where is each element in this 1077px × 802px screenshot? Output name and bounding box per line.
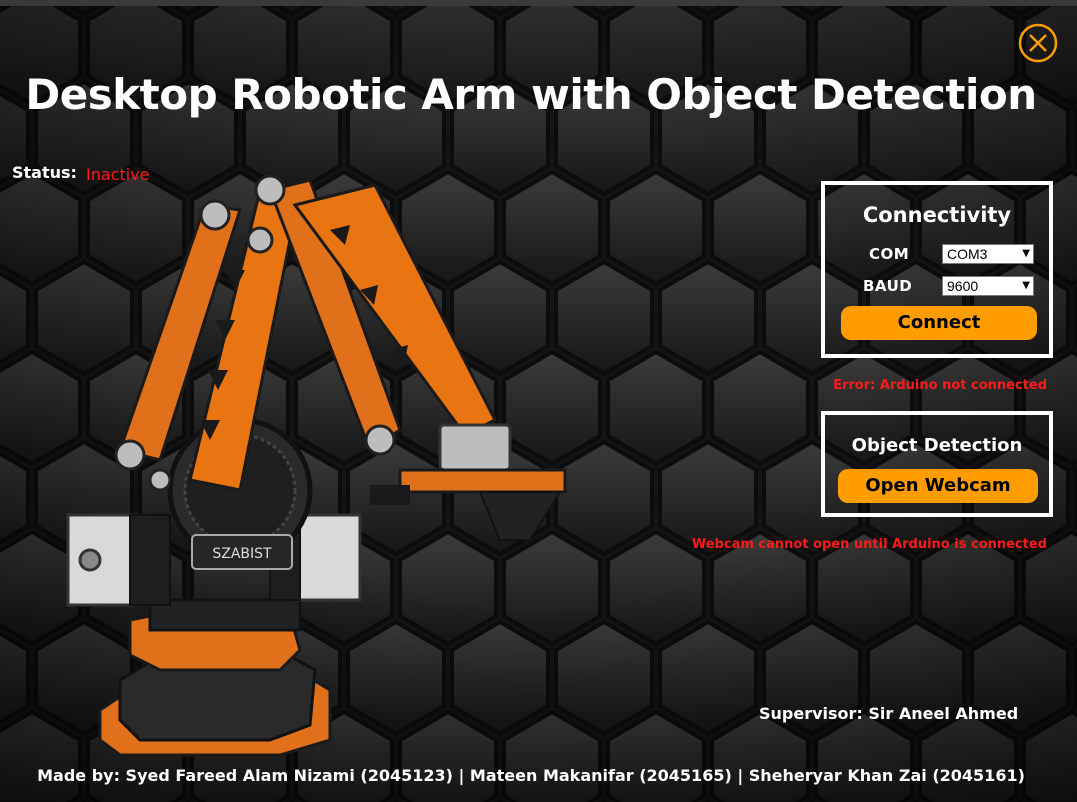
com-select[interactable]: COM3 ▼	[942, 244, 1034, 264]
connectivity-title: Connectivity	[862, 203, 1012, 227]
robotic-arm-image: SZABIST	[66, 174, 567, 757]
object-detection-panel: Object Detection Open Webcam	[821, 411, 1053, 517]
close-icon[interactable]	[1018, 23, 1058, 63]
open-webcam-button[interactable]: Open Webcam	[838, 469, 1038, 503]
chevron-down-icon[interactable]: ▼	[1022, 280, 1030, 291]
supervisor-text: Supervisor: Sir Aneel Ahmed	[759, 704, 1019, 723]
com-select-value: COM3	[947, 246, 988, 262]
object-detection-title: Object Detection	[851, 435, 1023, 456]
baud-label: BAUD	[863, 277, 913, 295]
made-by-text: Made by: Syed Fareed Alam Nizami (204512…	[37, 766, 1025, 785]
connectivity-panel: Connectivity COM COM3 ▼ BAUD 9600 ▼ Conn…	[821, 181, 1053, 358]
chevron-down-icon[interactable]: ▼	[1022, 248, 1030, 259]
com-label: COM	[869, 245, 910, 263]
window-top-border	[0, 0, 1077, 6]
page-title: Desktop Robotic Arm with Object Detectio…	[25, 70, 1037, 119]
base-label: SZABIST	[212, 546, 272, 562]
connection-error: Error: Arduino not connected	[833, 378, 1047, 393]
baud-select[interactable]: 9600 ▼	[942, 276, 1034, 296]
connect-button[interactable]: Connect	[841, 306, 1037, 340]
baud-select-value: 9600	[947, 278, 979, 294]
webcam-error: Webcam cannot open until Arduino is conn…	[691, 537, 1047, 552]
